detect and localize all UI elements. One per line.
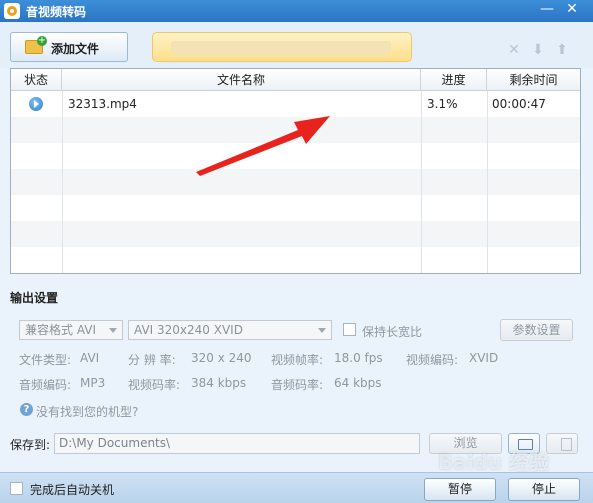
info-value: 320 x 240	[191, 351, 252, 365]
bottom-bar: 完成后自动关机 暂停 停止	[0, 472, 593, 503]
save-path-field[interactable]: D:\My Documents\	[54, 433, 420, 454]
title-bar: 音视频转码 — ✕	[0, 0, 593, 22]
output-settings-title: 输出设置	[10, 291, 59, 305]
blurred-banner-content	[171, 41, 391, 55]
info-label: 视频码率:	[128, 378, 181, 392]
info-label: 视频编码:	[406, 353, 459, 367]
info-label: 文件类型:	[19, 353, 72, 367]
params-button[interactable]: 参数设置	[500, 319, 573, 341]
browse-button[interactable]: 浏览	[429, 433, 502, 454]
remaining-time-cell: 00:00:47	[492, 97, 546, 111]
chevron-down-icon	[109, 328, 117, 333]
info-label: 分 辨 率:	[128, 353, 176, 367]
save-to-label: 保存到:	[10, 438, 51, 452]
format-select-value: 兼容格式 AVI	[25, 323, 97, 337]
filename-cell: 32313.mp4	[68, 97, 137, 111]
column-header-status[interactable]: 状态	[11, 69, 62, 91]
info-value: 64 kbps	[334, 376, 382, 390]
toolbar: 添加文件 ✕ ⬇ ⬆	[0, 22, 593, 68]
auto-shutdown-checkbox[interactable]	[10, 482, 23, 495]
info-label: 视频帧率:	[271, 353, 324, 367]
column-divider	[421, 91, 422, 273]
move-down-icon[interactable]: ⬇	[530, 42, 546, 58]
play-arrow-icon	[29, 97, 43, 111]
add-file-label: 添加文件	[51, 42, 100, 56]
info-label: 音频编码:	[19, 378, 72, 392]
column-divider	[62, 91, 63, 273]
export-button[interactable]	[546, 433, 578, 454]
keep-ratio-checkbox[interactable]	[343, 323, 356, 336]
auto-shutdown-label: 完成后自动关机	[30, 483, 115, 497]
info-value: AVI	[80, 351, 100, 365]
empty-row	[11, 247, 580, 273]
info-value: MP3	[80, 376, 106, 390]
format-select[interactable]: 兼容格式 AVI	[19, 320, 123, 340]
progress-cell: 3.1%	[427, 97, 458, 111]
info-label: 音频码率:	[271, 378, 324, 392]
window-title: 音视频转码	[26, 5, 87, 19]
table-header: 状态 文件名称 进度 剩余时间	[11, 69, 580, 91]
column-header-remaining[interactable]: 剩余时间	[487, 69, 580, 91]
minimize-button[interactable]: —	[536, 0, 558, 20]
keep-ratio-label: 保持长宽比	[362, 325, 423, 339]
empty-row	[11, 117, 580, 143]
stop-button[interactable]: 停止	[508, 478, 580, 501]
app-icon	[4, 3, 20, 19]
table-row[interactable]: 32313.mp4 3.1% 00:00:47	[11, 91, 580, 117]
device-not-found-link[interactable]: 没有找到您的机型?	[36, 403, 138, 420]
column-header-progress[interactable]: 进度	[421, 69, 487, 91]
open-folder-button[interactable]	[508, 433, 540, 454]
profile-select-value: AVI 320x240 XVID	[134, 323, 243, 337]
chevron-down-icon	[318, 328, 326, 333]
profile-select[interactable]: AVI 320x240 XVID	[128, 320, 332, 340]
column-header-filename[interactable]: 文件名称	[62, 69, 421, 91]
info-value: XVID	[469, 351, 499, 365]
info-value: 18.0 fps	[334, 351, 383, 365]
file-table[interactable]: 状态 文件名称 进度 剩余时间 32313.mp4 3.1% 00:00:47	[10, 68, 581, 274]
pause-button[interactable]: 暂停	[424, 478, 496, 501]
empty-row	[11, 221, 580, 247]
help-icon: ?	[20, 403, 33, 416]
move-up-icon[interactable]: ⬆	[554, 42, 570, 58]
empty-row	[11, 195, 580, 221]
info-value: 384 kbps	[191, 376, 247, 390]
empty-row	[11, 143, 580, 169]
column-divider	[487, 91, 488, 273]
empty-row	[11, 169, 580, 195]
ad-banner[interactable]	[152, 32, 412, 62]
delete-icon[interactable]: ✕	[506, 42, 522, 58]
close-button[interactable]: ✕	[561, 0, 583, 20]
folder-add-icon	[25, 36, 47, 54]
add-file-button[interactable]: 添加文件	[10, 32, 128, 62]
